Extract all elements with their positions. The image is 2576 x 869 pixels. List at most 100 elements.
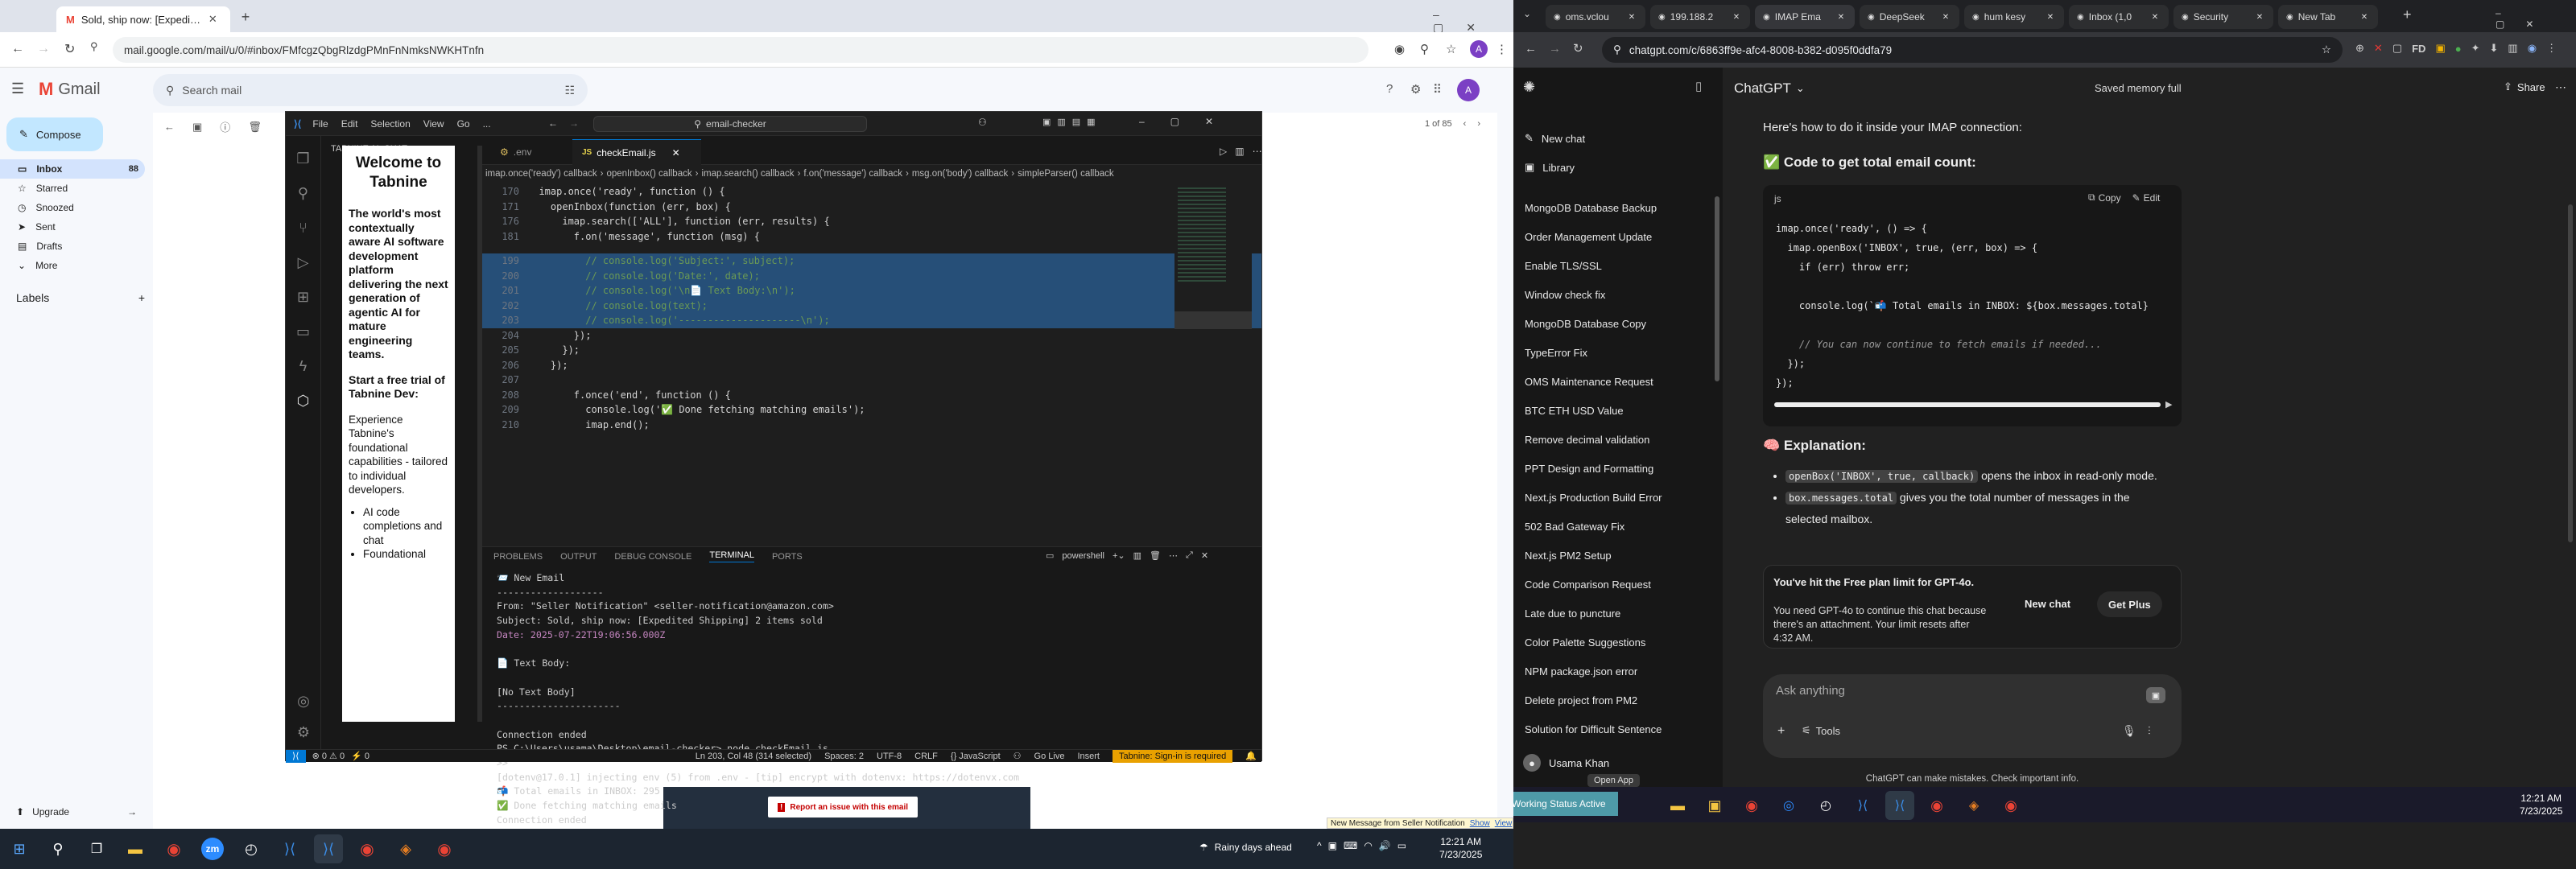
windows-start-icon[interactable]: ⊞ (5, 834, 34, 863)
gmail-logo[interactable]: M Gmail (39, 79, 101, 100)
wifi-icon[interactable]: ◠ (1364, 840, 1372, 851)
close-tab-icon[interactable]: ✕ (2047, 13, 2054, 22)
copilot-icon[interactable]: ⚇ (978, 117, 987, 128)
browser-tab-gmail[interactable]: M Sold, ship now: [Expedited Shipping] ✕ (56, 6, 230, 32)
breadcrumb-item[interactable]: imap.search() callback (701, 169, 794, 179)
browser-tab[interactable]: ◉ oms.vclou ✕ (1546, 5, 1645, 29)
menu-view[interactable]: View (423, 118, 444, 130)
eol-status[interactable]: CRLF (914, 752, 938, 761)
tab-terminal[interactable]: TERMINAL (709, 550, 754, 562)
close-tab-icon[interactable]: ✕ (1942, 13, 1949, 22)
kill-terminal-icon[interactable]: 🗑 (1150, 550, 1161, 561)
vscode-active-icon[interactable]: ⟩⟨ (1885, 791, 1914, 820)
ports-status[interactable]: ⚡ 0 (351, 751, 369, 761)
menu-icon[interactable]: ☰ (11, 80, 24, 97)
apps-grid-icon[interactable]: ⠿ (1433, 82, 1442, 97)
chrome-menu-icon[interactable]: ⋮ (1496, 42, 1508, 56)
archive-icon[interactable]: ▣ (192, 121, 202, 134)
menu-go[interactable]: Go (457, 118, 470, 130)
window-controls[interactable]: –▢✕ (2496, 7, 2576, 30)
chat-history-item[interactable]: Late due to puncture (1513, 599, 1715, 628)
ext-icon[interactable]: ▣ (2435, 42, 2445, 55)
chat-history-item[interactable]: Order Management Update (1513, 222, 1715, 251)
chat-history-item[interactable]: MongoDB Database Copy (1513, 309, 1715, 338)
browser-tab[interactable]: ◉ Inbox (1,0 ✕ (2069, 5, 2169, 29)
nav-more[interactable]: ⌄ More (0, 256, 153, 275)
tab-checkemail[interactable]: JS checkEmail.js ✕ (572, 139, 701, 165)
ext-icon[interactable]: ● (2455, 43, 2462, 55)
breadcrumb-item[interactable]: openInbox() callback (606, 169, 691, 179)
add-terminal-icon[interactable]: +⌄ (1113, 550, 1125, 561)
remote-explorer-icon[interactable]: ▭ (296, 323, 310, 340)
chat-history-item[interactable]: PPT Design and Formatting (1513, 454, 1715, 483)
chat-history-item[interactable]: 502 Bad Gateway Fix (1513, 512, 1715, 541)
close-tab-icon[interactable]: ✕ (2361, 13, 2368, 22)
indentation-status[interactable]: Spaces: 2 (824, 752, 864, 761)
run-debug-icon[interactable]: ▷ (298, 254, 309, 271)
upgrade-button[interactable]: ⬆ Upgrade → (16, 806, 137, 818)
voice-mode-icon[interactable]: ⫶ (2148, 724, 2151, 738)
remote-icon[interactable]: ⟩⟨ (286, 749, 306, 763)
problems-status[interactable]: ⊗ 0 ⚠ 0 (312, 751, 345, 761)
tab-output[interactable]: OUTPUT (560, 552, 597, 562)
download-icon[interactable]: ⬇ (2490, 42, 2499, 55)
terminal-output[interactable]: 📨 New Email ------------------- From: "Sel… (497, 571, 1221, 842)
ext-icon[interactable]: ✕ (2374, 42, 2383, 55)
model-selector[interactable]: ChatGPT ⌄ (1734, 80, 1805, 97)
nav-starred[interactable]: ☆ Starred (0, 179, 153, 198)
user-profile[interactable]: ● Usama Khan (1513, 750, 1723, 776)
volume-icon[interactable]: 🔊 (1379, 840, 1391, 851)
breadcrumb-item[interactable]: simpleParser() callback (1018, 169, 1114, 179)
url-bar[interactable]: mail.google.com/mail/u/0/#inbox/FMfcgzQb… (113, 37, 1368, 63)
add-icon[interactable]: + (1777, 724, 1785, 739)
chat-history-item[interactable]: Next.js PM2 Setup (1513, 541, 1715, 570)
weather-widget[interactable]: ☂ Rainy days ahead (1199, 842, 1292, 853)
edit-code-button[interactable]: ✎ Edit (2132, 192, 2161, 204)
extensions-puzzle-icon[interactable]: ✦ (2471, 42, 2480, 55)
notifications-bell-icon[interactable]: 🔔 (1245, 751, 1257, 761)
close-icon[interactable]: ✕ (672, 147, 680, 159)
settings-gear-icon[interactable]: ⚙ (1410, 82, 1421, 97)
search-icon[interactable]: ⚲ (298, 185, 308, 202)
get-plus-button[interactable]: Get Plus (2097, 591, 2162, 617)
window-controls[interactable]: –▢✕ (1433, 8, 1513, 35)
chrome-menu-icon[interactable]: ⋮ (2546, 42, 2557, 55)
library-link[interactable]: ▣ Library (1513, 153, 1723, 182)
clock-app-icon[interactable]: ◴ (237, 834, 266, 863)
more-icon[interactable]: ⋯ (1169, 550, 1178, 561)
compose-button[interactable]: ✎ Compose (6, 117, 103, 151)
nav-drafts[interactable]: ▤ Drafts (0, 237, 153, 256)
search-icon[interactable]: ⚲ (43, 834, 72, 863)
site-info-icon[interactable]: ⚲ (90, 40, 98, 53)
source-control-icon[interactable]: ⑂ (299, 220, 308, 237)
manage-gear-icon[interactable]: ⚙ (297, 724, 310, 741)
share-button[interactable]: ⇪ Share (2504, 80, 2545, 93)
zoom-icon[interactable]: ⚲ (1420, 42, 1429, 56)
breadcrumb-item[interactable]: f.on('message') callback (803, 169, 902, 179)
openai-logo-icon[interactable]: ✺ (1523, 79, 1535, 96)
forward-icon[interactable]: → (37, 42, 50, 56)
extension-icon[interactable]: ◉ (1394, 42, 1405, 56)
sidebar-scrollbar[interactable] (1715, 196, 1719, 381)
copilot-status-icon[interactable]: ⚇ (1013, 751, 1022, 761)
cursor-position[interactable]: Ln 203, Col 48 (314 selected) (696, 752, 811, 761)
accounts-icon[interactable]: ◎ (297, 693, 310, 710)
nav-forward-icon[interactable]: → (569, 117, 579, 129)
chrome-profile-icon[interactable]: ◉ (1922, 791, 1951, 820)
chat-history-item[interactable]: Code Comparison Request (1513, 570, 1715, 599)
chat-history-item[interactable]: Color Palette Suggestions (1513, 628, 1715, 657)
report-spam-icon[interactable]: ⓘ (220, 119, 230, 134)
new-message-toast[interactable]: New Message from Seller Notification Sho… (1327, 818, 1513, 829)
vscode-active-icon[interactable]: ⟩⟨ (314, 834, 343, 863)
tab-problems[interactable]: PROBLEMS (493, 552, 543, 562)
file-explorer-icon[interactable]: ▬ (1663, 791, 1692, 820)
back-icon[interactable]: ← (1525, 42, 1537, 56)
close-sidebar-icon[interactable]: ▯ (1695, 79, 1702, 93)
back-icon[interactable]: ← (11, 42, 24, 56)
nav-sent[interactable]: ➤ Sent (0, 217, 153, 237)
chat-history-item[interactable]: OMS Maintenance Request (1513, 367, 1715, 396)
app-icon[interactable]: ◈ (1959, 791, 1988, 820)
nav-back-icon[interactable]: ← (548, 117, 558, 129)
clock[interactable]: 12:21 AM 7/23/2025 (2520, 792, 2562, 818)
bookmark-star-icon[interactable]: ☆ (2322, 43, 2331, 56)
